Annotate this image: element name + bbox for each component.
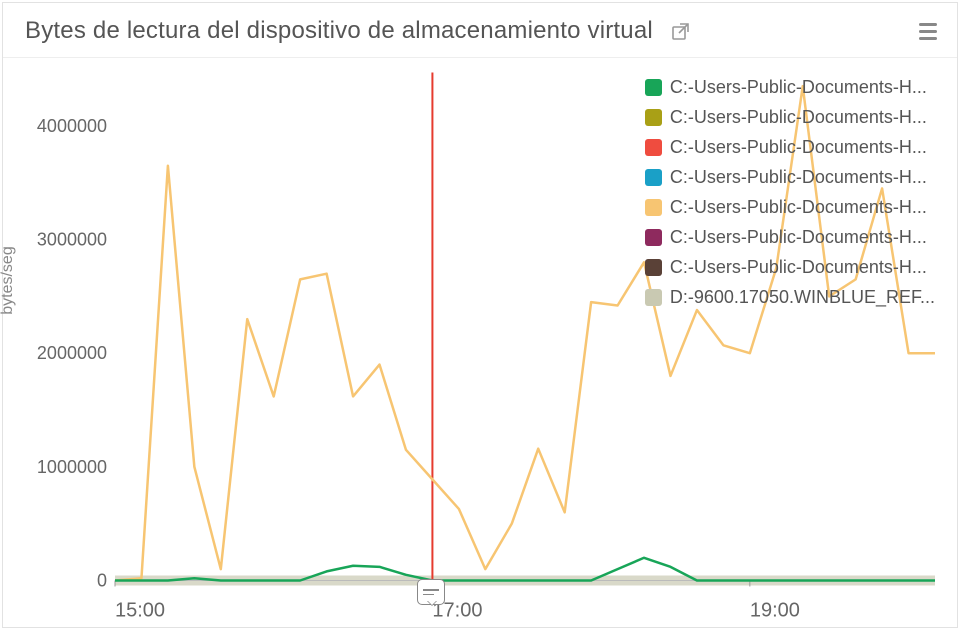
svg-text:4000000: 4000000 — [37, 116, 107, 136]
legend-item[interactable]: C:-Users-Public-Documents-H... — [645, 252, 935, 282]
menu-icon[interactable] — [917, 20, 939, 42]
legend-item[interactable]: C:-Users-Public-Documents-H... — [645, 192, 935, 222]
legend-item[interactable]: D:-9600.17050.WINBLUE_REF... — [645, 282, 935, 312]
external-link-icon[interactable] — [671, 21, 691, 41]
legend-swatch — [645, 79, 662, 96]
legend-swatch — [645, 229, 662, 246]
svg-text:15:00: 15:00 — [115, 600, 165, 622]
legend[interactable]: C:-Users-Public-Documents-H... C:-Users-P… — [645, 72, 935, 312]
chart-area: bytes/seg C:-Users-Public-Documents-H...… — [3, 58, 957, 639]
svg-text:1000000: 1000000 — [37, 457, 107, 477]
svg-text:19:00: 19:00 — [750, 600, 800, 622]
legend-item[interactable]: C:-Users-Public-Documents-H... — [645, 222, 935, 252]
legend-label: C:-Users-Public-Documents-H... — [670, 137, 927, 158]
legend-swatch — [645, 199, 662, 216]
legend-swatch — [645, 289, 662, 306]
legend-item[interactable]: C:-Users-Public-Documents-H... — [645, 102, 935, 132]
legend-item[interactable]: C:-Users-Public-Documents-H... — [645, 162, 935, 192]
legend-swatch — [645, 169, 662, 186]
panel-header: Bytes de lectura del dispositivo de alma… — [3, 3, 957, 58]
legend-label: C:-Users-Public-Documents-H... — [670, 167, 927, 188]
legend-item[interactable]: C:-Users-Public-Documents-H... — [645, 132, 935, 162]
svg-text:3000000: 3000000 — [37, 230, 107, 250]
legend-label: C:-Users-Public-Documents-H... — [670, 257, 927, 278]
legend-label: C:-Users-Public-Documents-H... — [670, 227, 927, 248]
legend-label: C:-Users-Public-Documents-H... — [670, 197, 927, 218]
legend-swatch — [645, 139, 662, 156]
svg-text:2000000: 2000000 — [37, 343, 107, 363]
chart-panel: Bytes de lectura del dispositivo de alma… — [2, 2, 958, 628]
legend-label: C:-Users-Public-Documents-H... — [670, 107, 927, 128]
panel-title: Bytes de lectura del dispositivo de alma… — [25, 17, 653, 45]
legend-swatch — [645, 259, 662, 276]
legend-swatch — [645, 109, 662, 126]
legend-label: C:-Users-Public-Documents-H... — [670, 77, 927, 98]
annotation-marker-icon[interactable] — [417, 579, 445, 605]
svg-text:0: 0 — [97, 571, 107, 591]
y-axis-label: bytes/seg — [0, 246, 17, 314]
legend-label: D:-9600.17050.WINBLUE_REF... — [670, 287, 935, 308]
legend-item[interactable]: C:-Users-Public-Documents-H... — [645, 72, 935, 102]
